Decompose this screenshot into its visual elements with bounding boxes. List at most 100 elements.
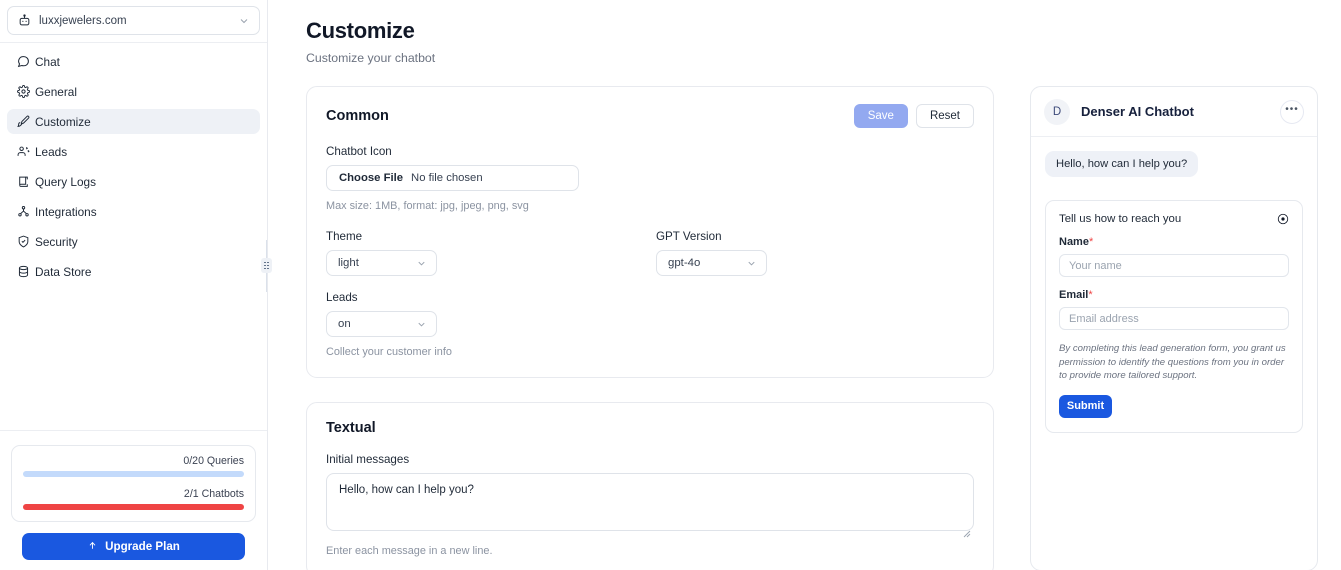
site-selector[interactable]: luxxjewelers.com <box>7 6 260 35</box>
chatbot-icon-label: Chatbot Icon <box>326 145 392 158</box>
file-hint: Max size: 1MB, format: jpg, jpeg, png, s… <box>326 200 529 212</box>
database-icon <box>17 265 35 278</box>
sidebar-item-customize[interactable]: Customize <box>7 109 260 134</box>
common-card-actions: Save Reset <box>853 104 974 128</box>
sidebar: luxxjewelers.com Chat General Customize … <box>0 0 272 570</box>
gpt-version-select-value: gpt-4o <box>668 257 701 269</box>
lead-form-legal-text: By completing this lead generation form,… <box>1059 343 1286 382</box>
sidebar-item-label: Leads <box>35 144 68 159</box>
sidebar-item-chat[interactable]: Chat <box>7 49 260 74</box>
initial-messages-label: Initial messages <box>326 453 410 466</box>
page-subtitle: Customize your chatbot <box>306 51 436 65</box>
lead-generation-form: Tell us how to reach you Name* Email* <box>1045 200 1303 433</box>
sidebar-item-label: Query Logs <box>35 174 96 189</box>
network-icon <box>17 205 35 218</box>
main-content: Customize Customize your chatbot Common … <box>268 0 1341 570</box>
site-selector-container: luxxjewelers.com <box>0 0 267 43</box>
scroll-icon <box>17 175 35 188</box>
lead-email-input[interactable] <box>1059 307 1289 330</box>
theme-select-value: light <box>338 257 359 269</box>
gpt-version-label: GPT Version <box>656 230 722 243</box>
chat-bubble-icon <box>17 55 35 68</box>
greeting-message-bubble: Hello, how can I help you? <box>1045 151 1199 177</box>
chevron-down-icon <box>416 319 427 330</box>
chatbot-preview-column: D Denser AI Chatbot ••• Hello, how can I… <box>1030 86 1318 570</box>
paintbrush-icon <box>17 115 35 128</box>
lead-email-label: Email* <box>1059 289 1289 301</box>
sidebar-item-leads[interactable]: Leads <box>7 139 260 164</box>
upgrade-arrow-icon <box>87 540 98 554</box>
upgrade-plan-label: Upgrade Plan <box>105 540 180 553</box>
required-asterisk: * <box>1088 289 1093 301</box>
sidebar-item-label: Chat <box>35 54 60 69</box>
shield-check-icon <box>17 235 35 248</box>
site-selector-label: luxxjewelers.com <box>39 14 127 27</box>
settings-column: Common Save Reset Chatbot Icon Choose Fi… <box>306 86 994 570</box>
chatbot-preview-card: D Denser AI Chatbot ••• Hello, how can I… <box>1030 86 1318 570</box>
chevron-down-icon <box>238 15 250 27</box>
gpt-version-column: GPT Version gpt-4o <box>656 230 986 358</box>
ellipsis-icon[interactable]: ••• <box>1280 99 1304 124</box>
robot-icon <box>18 14 31 27</box>
common-card-title: Common <box>326 108 389 124</box>
leads-select-value: on <box>338 318 351 330</box>
gpt-version-select[interactable]: gpt-4o <box>656 250 767 276</box>
chatbots-progress-bar <box>23 504 244 510</box>
initial-messages-wrap <box>326 473 974 538</box>
initial-messages-textarea[interactable] <box>326 473 974 531</box>
sidebar-item-label: Data Store <box>35 264 92 279</box>
sidebar-nav: Chat General Customize Leads Query Logs … <box>0 43 267 430</box>
chatbot-icon-file-input[interactable]: Choose File No file chosen <box>326 165 579 191</box>
upgrade-plan-button[interactable]: Upgrade Plan <box>22 533 245 560</box>
sidebar-item-label: Security <box>35 234 78 249</box>
sidebar-item-label: Integrations <box>35 204 97 219</box>
no-file-chosen-label: No file chosen <box>411 172 483 184</box>
avatar: D <box>1044 98 1070 125</box>
sidebar-item-security[interactable]: Security <box>7 229 260 254</box>
reset-button[interactable]: Reset <box>915 104 974 128</box>
lead-name-input[interactable] <box>1059 254 1289 277</box>
sidebar-item-data-store[interactable]: Data Store <box>7 259 260 284</box>
close-circle-icon[interactable] <box>1277 213 1289 225</box>
chatbots-usage-label: 2/1 Chatbots <box>183 488 244 500</box>
leads-label: Leads <box>326 291 358 304</box>
initial-messages-hint: Enter each message in a new line. <box>326 545 493 557</box>
sidebar-item-query-logs[interactable]: Query Logs <box>7 169 260 194</box>
lead-form-title: Tell us how to reach you <box>1059 213 1182 225</box>
sidebar-item-general[interactable]: General <box>7 79 260 104</box>
common-card-header: Common Save Reset <box>326 104 974 128</box>
usage-section: 0/20 Queries 2/1 Chatbots Upgrade Plan <box>0 430 267 570</box>
usage-card: 0/20 Queries 2/1 Chatbots <box>11 445 256 522</box>
users-icon <box>17 145 35 158</box>
lead-form-submit-button[interactable]: Submit <box>1059 394 1112 418</box>
save-button[interactable]: Save <box>853 104 908 128</box>
chevron-down-icon <box>416 258 427 269</box>
sidebar-item-label: Customize <box>35 114 91 129</box>
leads-hint: Collect your customer info <box>326 346 452 358</box>
sidebar-item-label: General <box>35 84 77 99</box>
content-row: Common Save Reset Chatbot Icon Choose Fi… <box>306 86 1341 570</box>
required-asterisk: * <box>1088 236 1094 248</box>
app-root: luxxjewelers.com Chat General Customize … <box>0 0 1341 570</box>
lead-email-label-text: Email <box>1059 289 1089 301</box>
choose-file-button[interactable]: Choose File <box>339 172 403 184</box>
lead-name-label-text: Name <box>1059 236 1089 248</box>
theme-select[interactable]: light <box>326 250 437 276</box>
lead-form-header: Tell us how to reach you <box>1059 213 1289 225</box>
leads-select[interactable]: on <box>326 311 437 337</box>
common-card: Common Save Reset Chatbot Icon Choose Fi… <box>306 86 994 378</box>
leads-field: Leads on Collect your customer info <box>326 291 656 358</box>
theme-label: Theme <box>326 230 363 243</box>
textual-card-title: Textual <box>326 420 376 436</box>
theme-gpt-row: Theme light Leads on Collect your custom… <box>326 230 974 358</box>
theme-column: Theme light Leads on Collect your custom… <box>326 230 656 358</box>
lead-name-label: Name* <box>1059 236 1289 248</box>
chatbot-name: Denser AI Chatbot <box>1081 104 1194 119</box>
chatbot-preview-body: Hello, how can I help you? Tell us how t… <box>1031 137 1317 570</box>
queries-usage-label: 0/20 Queries <box>183 455 244 467</box>
sidebar-item-integrations[interactable]: Integrations <box>7 199 260 224</box>
page-title: Customize <box>306 18 415 43</box>
queries-progress-bar <box>23 471 244 477</box>
textual-card: Textual Initial messages Enter each mess… <box>306 402 994 570</box>
chatbot-preview-header: D Denser AI Chatbot ••• <box>1031 87 1317 137</box>
